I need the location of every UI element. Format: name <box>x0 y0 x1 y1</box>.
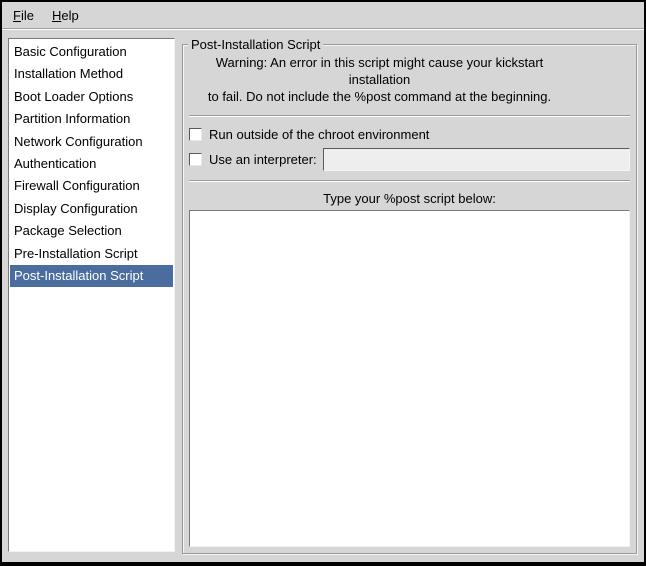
chroot-checkbox-row[interactable]: Run outside of the chroot environment <box>189 125 630 143</box>
interpreter-checkbox-row: Use an interpreter: <box>189 148 630 171</box>
post-script-textarea[interactable] <box>189 210 630 547</box>
menu-file[interactable]: File <box>4 4 43 27</box>
menu-bar: File Help <box>2 2 644 29</box>
interpreter-checkbox[interactable] <box>189 153 202 166</box>
warning-line-2: to fail. Do not include the %post comman… <box>189 88 570 105</box>
frame-title: Post-Installation Script <box>188 37 323 52</box>
menu-file-rest: ile <box>21 8 34 23</box>
separator <box>189 180 630 182</box>
sidebar-item-installation-method[interactable]: Installation Method <box>10 63 173 85</box>
sidebar-item-pre-installation-script[interactable]: Pre-Installation Script <box>10 243 173 265</box>
sidebar-item-display-configuration[interactable]: Display Configuration <box>10 198 173 220</box>
script-label: Type your %post script below: <box>189 190 630 207</box>
menu-help-rest: elp <box>61 8 78 23</box>
kickstart-configurator-window: File Help Basic Configuration Installati… <box>0 0 646 566</box>
chroot-checkbox-label: Run outside of the chroot environment <box>209 127 429 142</box>
sidebar-item-boot-loader-options[interactable]: Boot Loader Options <box>10 86 173 108</box>
sidebar-item-package-selection[interactable]: Package Selection <box>10 220 173 242</box>
menu-file-mnemonic: F <box>13 8 21 23</box>
sidebar-item-basic-configuration[interactable]: Basic Configuration <box>10 41 173 63</box>
post-installation-script-frame: Post-Installation Script Warning: An err… <box>182 44 637 554</box>
chroot-checkbox[interactable] <box>189 128 202 141</box>
category-list: Basic Configuration Installation Method … <box>8 38 175 552</box>
sidebar-item-network-configuration[interactable]: Network Configuration <box>10 131 173 153</box>
separator <box>189 115 630 117</box>
warning-line-1: Warning: An error in this script might c… <box>189 54 570 88</box>
menu-help[interactable]: Help <box>43 4 88 27</box>
sidebar-item-firewall-configuration[interactable]: Firewall Configuration <box>10 175 173 197</box>
interpreter-checkbox-label: Use an interpreter: <box>209 152 317 167</box>
warning-text: Warning: An error in this script might c… <box>189 54 570 105</box>
sidebar-item-partition-information[interactable]: Partition Information <box>10 108 173 130</box>
sidebar-item-authentication[interactable]: Authentication <box>10 153 173 175</box>
menu-help-mnemonic: H <box>52 8 61 23</box>
interpreter-entry[interactable] <box>323 148 630 171</box>
sidebar-item-post-installation-script[interactable]: Post-Installation Script <box>10 265 173 287</box>
